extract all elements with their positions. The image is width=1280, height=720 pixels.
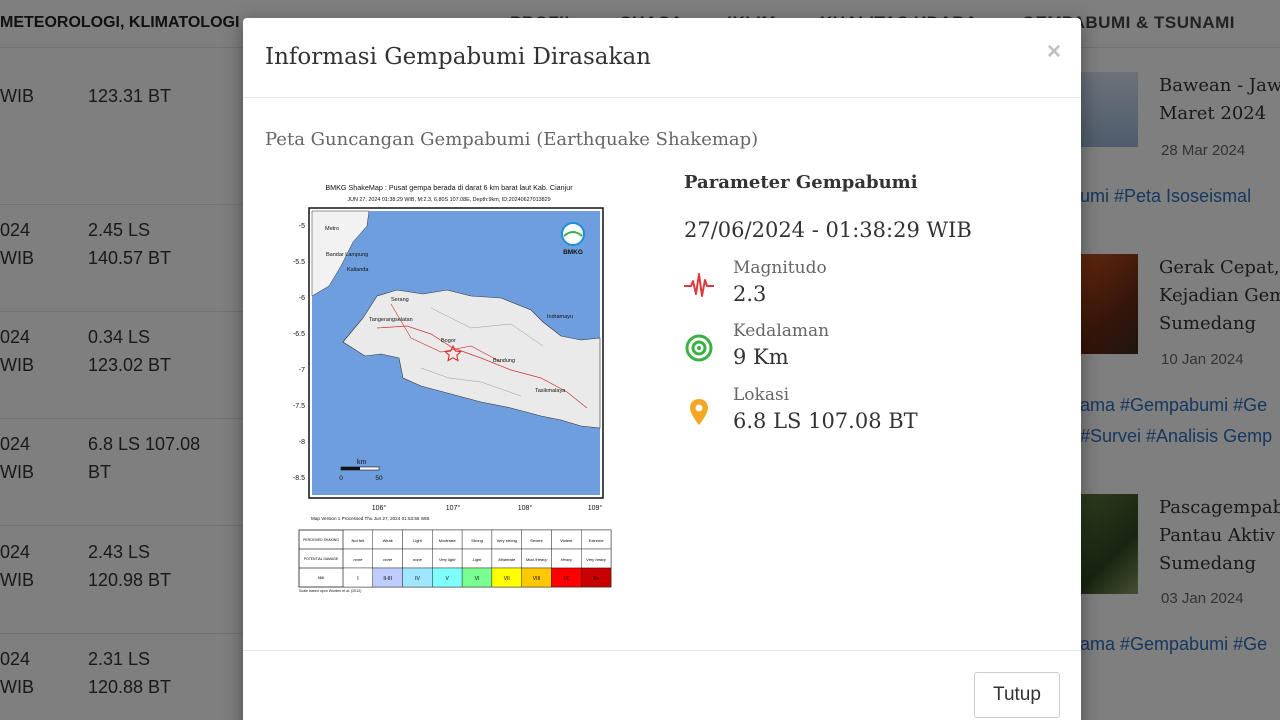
scale-tick: 50 — [375, 475, 383, 482]
earthquake-info-modal: Informasi Gempabumi Dirasakan × Peta Gun… — [243, 18, 1081, 720]
legend-damage-text: Light — [473, 557, 483, 562]
legend-damage-text: none — [413, 557, 423, 562]
city-label: Tasikmalaya — [535, 388, 566, 394]
legend-row-label: POTENTIAL DAMAGE — [304, 557, 339, 561]
city-label: Bandar Lampung — [326, 252, 368, 258]
depth-label: Kedalaman — [733, 321, 830, 341]
legend-cells: PERCEIVED SHAKING Not felt Weak Light Modera… — [298, 529, 612, 588]
legend-footnote: Scale based upon Worden et al. (2012) — [299, 589, 361, 593]
param-magnitude: Magnitudo 2.3 — [684, 258, 1044, 318]
event-datetime: 27/06/2024 - 01:38:29 WIB — [684, 218, 972, 242]
lat-tick: -8.5 — [293, 475, 305, 482]
legend-shaking-text: Violent — [560, 538, 573, 543]
legend-shaking-text: Weak — [383, 538, 393, 543]
magnitude-label: Magnitudo — [733, 258, 827, 278]
close-button[interactable]: Tutup — [974, 672, 1060, 718]
close-icon[interactable]: × — [1047, 38, 1061, 66]
params-title: Parameter Gempabumi — [684, 172, 918, 193]
city-label: Bandung — [493, 358, 515, 364]
lon-tick: 108° — [518, 504, 533, 512]
city-label: Tangerangselatan — [369, 317, 413, 323]
lon-tick: 106° — [372, 504, 387, 512]
lon-tick: 107° — [446, 504, 461, 512]
legend-mmi-text: II-III — [383, 576, 392, 582]
legend-damage-text: Very light — [439, 557, 456, 562]
seismograph-icon — [684, 273, 714, 297]
location-value: 6.8 LS 107.08 BT — [733, 409, 918, 433]
lat-tick: -6.5 — [293, 331, 305, 338]
lat-tick: -5.5 — [293, 259, 305, 266]
legend-mmi-text: X+ — [593, 576, 599, 582]
legend-damage-text: Mod./Heavy — [526, 557, 548, 562]
shakemap-subtitle: Peta Guncangan Gempabumi (Earthquake Sha… — [265, 129, 759, 150]
bmkg-logo-label: BMKG — [563, 249, 583, 256]
lat-tick: -8 — [299, 439, 305, 446]
legend-shaking-text: Very strong — [497, 538, 517, 543]
param-depth: Kedalaman 9 Km — [684, 321, 1044, 381]
legend-mmi-text: VIII — [533, 576, 541, 582]
lon-tick: 109° — [588, 504, 603, 512]
city-label: Bogor — [441, 338, 456, 344]
modal-footer: Tutup — [243, 650, 1081, 720]
legend-damage-text: none — [353, 557, 363, 562]
legend-damage-text: Moderate — [498, 557, 516, 562]
lat-tick: -7 — [299, 367, 305, 374]
magnitude-value: 2.3 — [733, 282, 767, 306]
map-version: Map Version 1 Processed Thu Jun 27, 2024… — [311, 516, 429, 521]
param-location: Lokasi 6.8 LS 107.08 BT — [684, 385, 1044, 445]
legend-shaking-text: Moderate — [439, 538, 457, 543]
lat-tick: -5 — [299, 223, 305, 230]
legend-row-label: MMI — [318, 576, 325, 580]
lat-tick: -7.5 — [293, 403, 305, 410]
legend-mmi-text: IV — [415, 576, 420, 582]
legend-mmi-text: IX — [564, 576, 569, 582]
mmi-legend: PERCEIVED SHAKING Not felt Weak Light Modera… — [298, 529, 612, 588]
modal-header: Informasi Gempabumi Dirasakan × — [243, 18, 1081, 98]
city-label: Metro — [325, 226, 339, 232]
legend-shaking-text: Extreme — [589, 538, 605, 543]
legend-shaking-text: Severe — [530, 538, 543, 543]
legend-shaking-text: Light — [413, 538, 423, 543]
shakemap-image[interactable]: BMKG ShakeMap : Pusat gempa berada di da… — [281, 178, 617, 596]
scale-tick: 0 — [339, 475, 343, 482]
legend-mmi-text: I — [357, 576, 358, 582]
legend-damage-text: Heavy — [561, 557, 573, 562]
city-label: Indramayu — [547, 314, 573, 320]
legend-damage-text: Very heavy — [586, 557, 607, 562]
legend-damage-text: none — [383, 557, 393, 562]
scale-unit: km — [357, 459, 367, 466]
modal-title: Informasi Gempabumi Dirasakan — [265, 44, 651, 70]
depth-target-icon — [685, 334, 713, 362]
shakemap-header: BMKG ShakeMap : Pusat gempa berada di da… — [325, 183, 573, 192]
legend-shaking-text: Not felt — [352, 538, 366, 543]
location-label: Lokasi — [733, 385, 790, 405]
city-label: Kalianda — [347, 267, 369, 273]
lat-tick: -6 — [299, 295, 305, 302]
map-pin-icon — [690, 399, 708, 425]
legend-row-label: PERCEIVED SHAKING — [303, 538, 339, 542]
legend-shaking-text: Strong — [471, 538, 483, 543]
shakemap-subheader: JUN 27, 2024 01:38:29 WIB, M:2.3, 6.80S … — [347, 197, 550, 203]
legend-mmi-text: VII — [504, 576, 510, 582]
city-label: Serang — [391, 297, 409, 303]
depth-value: 9 Km — [733, 345, 789, 369]
legend-mmi-text: VI — [475, 576, 480, 582]
